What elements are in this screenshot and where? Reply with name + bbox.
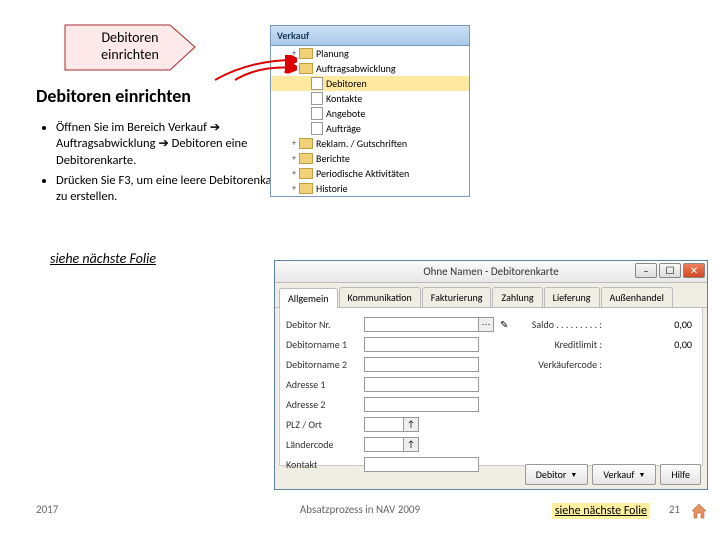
nav-item[interactable]: Aufträge bbox=[271, 121, 469, 136]
nav-label: Auftragsabwicklung bbox=[316, 62, 396, 75]
nav-label: Historie bbox=[316, 182, 348, 195]
form-row: Ländercode ↑ bbox=[286, 436, 696, 453]
form-row: PLZ / Ort ↑ bbox=[286, 416, 696, 433]
field-label: Kreditlimit : bbox=[555, 338, 602, 351]
nav-item[interactable]: +Berichte bbox=[271, 151, 469, 166]
bullet-item: Drücken Sie F3, um eine leere Debitorenk… bbox=[56, 173, 296, 206]
nav-label: Aufträge bbox=[326, 122, 361, 135]
lookup-button[interactable]: ↑ bbox=[403, 437, 419, 452]
verkauf-button[interactable]: Verkauf ▼ bbox=[592, 464, 656, 485]
field-label: Kontakt bbox=[286, 458, 364, 471]
form-panel: Debitor Nr.⋯✎Debitorname 1Debitorname 2A… bbox=[279, 308, 703, 466]
instruction-list: Öffnen Sie im Bereich Verkauf ➔ Auftrags… bbox=[36, 120, 296, 209]
field-label: Debitor Nr. bbox=[286, 318, 364, 331]
folder-icon bbox=[311, 122, 323, 135]
tab[interactable]: Allgemein bbox=[279, 288, 338, 308]
form-row: Verkäufercode : bbox=[532, 356, 692, 373]
nav-item[interactable]: +Reklam. / Gutschriften bbox=[271, 136, 469, 151]
process-step-arrow: Debitoren einrichten bbox=[60, 20, 200, 75]
nav-header: Verkauf bbox=[271, 26, 469, 46]
debitor-button[interactable]: Debitor ▼ bbox=[525, 464, 589, 485]
form-row: Adresse 2 bbox=[286, 396, 696, 413]
nav-label: Kontakte bbox=[326, 92, 362, 105]
nav-label: Periodische Aktivitäten bbox=[316, 167, 409, 180]
page-title: Debitoren einrichten bbox=[36, 85, 191, 107]
slide-footer: 2017 Absatzprozess in NAV 2009 siehe näc… bbox=[0, 503, 720, 528]
home-icon[interactable] bbox=[690, 503, 708, 519]
lookup-button[interactable]: ↑ bbox=[403, 417, 419, 432]
folder-icon bbox=[311, 92, 323, 105]
field-value: 0,00 bbox=[642, 338, 692, 351]
title-bar: Ohne Namen - Debitorenkarte – ☐ ✕ bbox=[275, 261, 707, 283]
navigation-pane: Verkauf +Planung−AuftragsabwicklungDebit… bbox=[270, 25, 470, 197]
tab[interactable]: Lieferung bbox=[544, 287, 600, 307]
text-input[interactable] bbox=[364, 357, 479, 372]
tab-strip: AllgemeinKommunikationFakturierungZahlun… bbox=[275, 283, 707, 308]
close-button[interactable]: ✕ bbox=[683, 263, 705, 278]
field-label: Ländercode bbox=[286, 438, 364, 451]
tab[interactable]: Außenhandel bbox=[601, 287, 673, 307]
folder-icon bbox=[311, 107, 323, 120]
nav-item[interactable]: +Periodische Aktivitäten bbox=[271, 166, 469, 181]
arrow-label: Debitoren einrichten bbox=[60, 30, 200, 64]
tab[interactable]: Kommunikation bbox=[339, 287, 421, 307]
text-input[interactable] bbox=[364, 377, 479, 392]
nav-item[interactable]: +Historie bbox=[271, 181, 469, 196]
minimize-button[interactable]: – bbox=[635, 263, 657, 278]
folder-icon bbox=[299, 48, 313, 59]
text-input[interactable] bbox=[364, 437, 404, 452]
form-row: Adresse 1 bbox=[286, 376, 696, 393]
folder-icon bbox=[311, 77, 323, 90]
tab[interactable]: Fakturierung bbox=[422, 287, 492, 307]
field-label: Debitorname 1 bbox=[286, 338, 364, 351]
nav-item[interactable]: Angebote bbox=[271, 106, 469, 121]
nav-label: Berichte bbox=[316, 152, 350, 165]
tab[interactable]: Zahlung bbox=[492, 287, 542, 307]
text-input[interactable] bbox=[364, 317, 479, 332]
folder-icon bbox=[299, 183, 313, 194]
folder-icon bbox=[299, 138, 313, 149]
bullet-item: Öffnen Sie im Bereich Verkauf ➔ Auftrags… bbox=[56, 120, 296, 169]
text-input[interactable] bbox=[364, 417, 404, 432]
nav-label: Planung bbox=[316, 47, 349, 60]
form-row: Saldo . . . . . . . . . : 0,00 bbox=[532, 316, 692, 333]
field-label: PLZ / Ort bbox=[286, 418, 364, 431]
folder-icon bbox=[299, 63, 313, 74]
nav-item[interactable]: −Auftragsabwicklung bbox=[271, 61, 469, 76]
field-label: Verkäufercode : bbox=[538, 358, 602, 371]
nav-label: Debitoren bbox=[326, 77, 367, 90]
field-value: 0,00 bbox=[642, 318, 692, 331]
page-number: 21 bbox=[669, 503, 680, 516]
lookup-button[interactable]: ⋯ bbox=[478, 317, 494, 332]
text-input[interactable] bbox=[364, 457, 479, 472]
folder-icon bbox=[299, 168, 313, 179]
form-row: Kreditlimit : 0,00 bbox=[532, 336, 692, 353]
text-input[interactable] bbox=[364, 397, 479, 412]
next-slide-link[interactable]: siehe nächste Folie bbox=[50, 250, 156, 267]
nav-item[interactable]: +Planung bbox=[271, 46, 469, 61]
field-label: Adresse 2 bbox=[286, 398, 364, 411]
nav-label: Angebote bbox=[326, 107, 365, 120]
button-row: Debitor ▼Verkauf ▼Hilfe bbox=[525, 464, 701, 485]
nav-item[interactable]: Kontakte bbox=[271, 91, 469, 106]
nav-item[interactable]: Debitoren bbox=[271, 76, 469, 91]
field-label: Debitorname 2 bbox=[286, 358, 364, 371]
footer-next-link[interactable]: siehe nächste Folie bbox=[552, 503, 650, 519]
maximize-button[interactable]: ☐ bbox=[659, 263, 681, 278]
text-input[interactable] bbox=[364, 337, 479, 352]
debitor-card-window: Ohne Namen - Debitorenkarte – ☐ ✕ Allgem… bbox=[274, 260, 708, 490]
folder-icon bbox=[299, 153, 313, 164]
field-label: Adresse 1 bbox=[286, 378, 364, 391]
field-label: Saldo . . . . . . . . . : bbox=[532, 318, 602, 331]
hilfe-button[interactable]: Hilfe bbox=[660, 464, 701, 485]
nav-label: Reklam. / Gutschriften bbox=[316, 137, 407, 150]
